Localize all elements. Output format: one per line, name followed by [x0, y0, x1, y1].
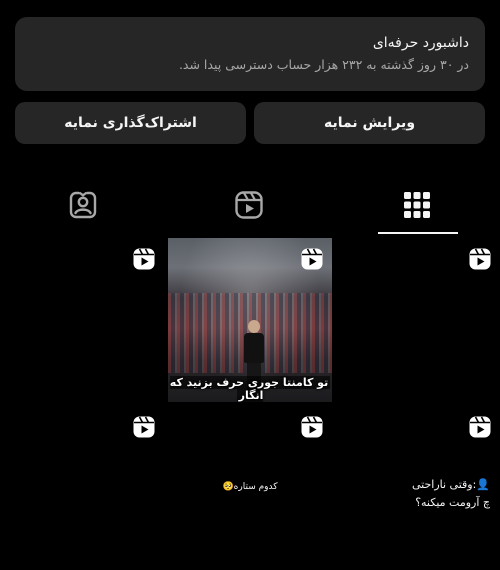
- share-profile-button[interactable]: اشتراک‌گذاری نمایه: [15, 102, 246, 144]
- profile-tabs: [0, 176, 500, 236]
- dashboard-title: داشبورد حرفه‌ای: [372, 35, 469, 51]
- professional-dashboard-card[interactable]: داشبورد حرفه‌ای در ۳۰ روز گذشته به ۲۳۲ ه…: [15, 17, 485, 91]
- active-tab-indicator: [378, 232, 458, 234]
- tab-tagged[interactable]: [0, 176, 166, 234]
- grid-post-2[interactable]: تو کامنتا جوری حرف بزنید که انگار ...: [168, 238, 332, 402]
- reel-badge-icon: [133, 416, 155, 438]
- reel-badge-icon: [301, 416, 323, 438]
- post-caption: 👤:وقتی ناراحتی چ آرومت میکنه؟: [340, 476, 490, 512]
- reels-icon: [235, 191, 263, 219]
- reel-badge-icon: [301, 248, 323, 270]
- tagged-icon: [69, 190, 97, 219]
- grid-post-4[interactable]: [0, 406, 164, 570]
- caption-line-1: تو کامنتا جوری حرف بزنید که انگار: [169, 376, 331, 402]
- reel-badge-icon: [469, 416, 491, 438]
- grid-post-1[interactable]: [0, 238, 164, 402]
- caption-line-1: 👤:وقتی ناراحتی: [411, 478, 490, 491]
- post-caption: کدوم ستاره🥺: [222, 482, 278, 492]
- edit-profile-button[interactable]: ویرایش نمایه: [254, 102, 485, 144]
- post-caption: تو کامنتا جوری حرف بزنید که انگار ...: [168, 372, 332, 402]
- caption-line-2: چ آرومت میکنه؟: [415, 496, 490, 509]
- grid-post-5[interactable]: کدوم ستاره🥺: [168, 406, 332, 570]
- tab-reels[interactable]: [166, 176, 332, 234]
- grid-icon: [404, 192, 430, 218]
- reel-badge-icon: [469, 248, 491, 270]
- grid-post-3[interactable]: [336, 238, 500, 402]
- dashboard-subtitle: در ۳۰ روز گذشته به ۲۳۲ هزار حساب دسترسی …: [178, 57, 469, 72]
- reel-badge-icon: [133, 248, 155, 270]
- grid-post-6[interactable]: 👤:وقتی ناراحتی چ آرومت میکنه؟: [336, 406, 500, 570]
- tab-grid[interactable]: [334, 176, 500, 234]
